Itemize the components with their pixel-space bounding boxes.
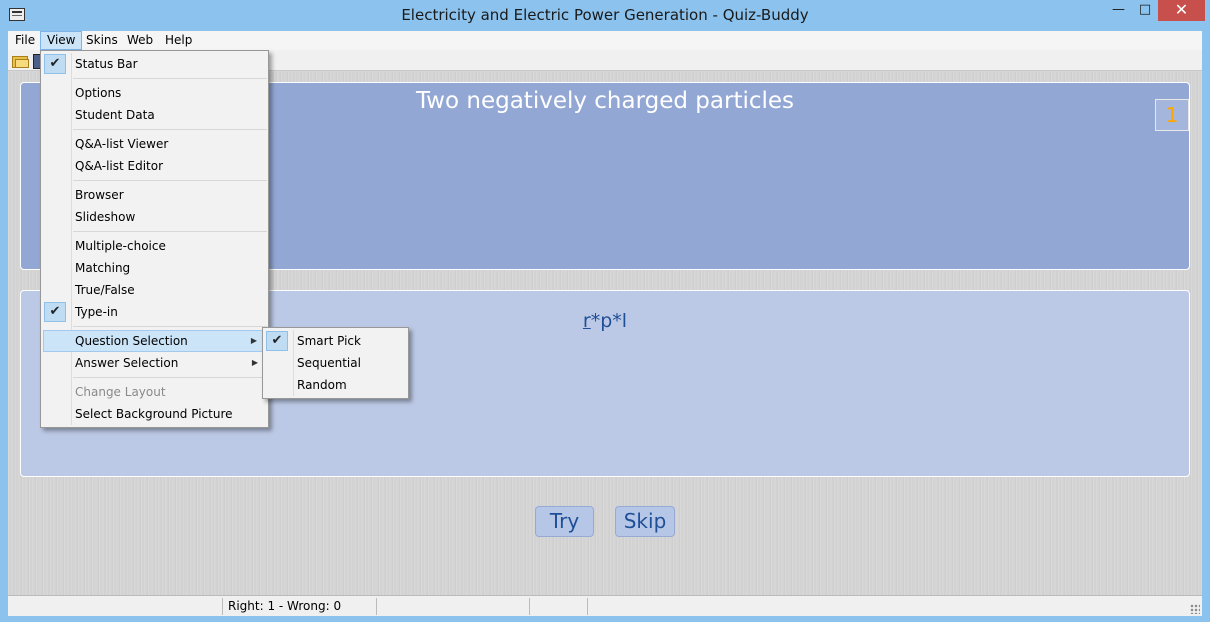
menu-item-change-layout: Change Layout: [75, 385, 166, 399]
menu-item-select-background-picture[interactable]: Select Background Picture: [43, 403, 266, 425]
menu-separator: [73, 78, 267, 79]
try-button[interactable]: Try: [535, 506, 594, 537]
menu-separator: [73, 129, 267, 130]
menu-separator: [73, 377, 267, 378]
menu-item-matching[interactable]: Matching: [43, 257, 266, 279]
menu-separator: [73, 231, 267, 232]
title-bar: Electricity and Electric Power Generatio…: [0, 0, 1210, 31]
answer-hint-rest: *p*l: [590, 310, 628, 332]
menu-item-label: Answer Selection: [75, 356, 179, 370]
submenu-item-smart-pick[interactable]: ✔ Smart Pick: [265, 330, 406, 352]
menu-file[interactable]: File: [9, 31, 41, 50]
menu-separator: [73, 326, 267, 327]
view-menu: ✔ Status Bar Options Student Data Q&A-li…: [40, 50, 269, 428]
menu-item-answer-selection[interactable]: Answer Selection ▶: [43, 352, 266, 374]
menu-item-status-bar[interactable]: ✔ Status Bar: [43, 53, 266, 75]
menu-item-slideshow[interactable]: Slideshow: [43, 206, 266, 228]
status-score: Right: 1 - Wrong: 0: [223, 598, 377, 615]
menu-item-label: Question Selection: [75, 334, 188, 348]
answer-hint-first-letter: r: [582, 310, 591, 332]
menu-item-student-data[interactable]: Student Data: [43, 104, 266, 126]
menu-separator: [73, 180, 267, 181]
submenu-arrow-icon: ▶: [251, 358, 258, 367]
maximize-button[interactable]: □: [1132, 0, 1158, 21]
menu-web[interactable]: Web: [121, 31, 159, 50]
menu-item-question-selection[interactable]: Question Selection ▶: [43, 330, 266, 352]
menu-item-options[interactable]: Options: [43, 82, 266, 104]
resize-grip-icon[interactable]: [1190, 604, 1200, 614]
folder-open-icon[interactable]: [12, 53, 29, 68]
status-cell-1: [8, 598, 223, 615]
status-bar: Right: 1 - Wrong: 0: [8, 595, 1202, 616]
menu-item-label: Status Bar: [75, 57, 138, 71]
checkmark-icon: ✔: [266, 331, 288, 351]
submenu-item-sequential[interactable]: Sequential: [265, 352, 406, 374]
question-number: 1: [1155, 99, 1189, 131]
menu-item-label: Smart Pick: [297, 334, 361, 348]
menu-help[interactable]: Help: [159, 31, 198, 50]
question-selection-submenu: ✔ Smart Pick Sequential Random: [262, 327, 409, 399]
close-button[interactable]: ✕: [1158, 0, 1205, 21]
menu-item-true-false[interactable]: True/False: [43, 279, 266, 301]
menu-bar: File View Skins Web Help: [8, 31, 1202, 50]
skip-button[interactable]: Skip: [615, 506, 675, 537]
menu-skins[interactable]: Skins: [80, 31, 124, 50]
status-cell-4: [530, 598, 588, 615]
checkmark-icon: ✔: [44, 302, 66, 322]
menu-item-qa-list-editor[interactable]: Q&A-list Editor: [43, 155, 266, 177]
submenu-item-random[interactable]: Random: [265, 374, 406, 396]
menu-view[interactable]: View: [40, 31, 83, 50]
menu-item-multiple-choice[interactable]: Multiple-choice: [43, 235, 266, 257]
status-cell-3: [377, 598, 530, 615]
menu-item-label: Type-in: [75, 305, 118, 319]
window-title: Electricity and Electric Power Generatio…: [401, 6, 809, 24]
submenu-arrow-icon: ▶: [250, 336, 257, 345]
menu-item-type-in[interactable]: ✔ Type-in: [43, 301, 266, 323]
minimize-button[interactable]: —: [1105, 0, 1132, 21]
menu-item-qa-list-viewer[interactable]: Q&A-list Viewer: [43, 133, 266, 155]
checkmark-icon: ✔: [44, 54, 66, 74]
menu-item-browser[interactable]: Browser: [43, 184, 266, 206]
